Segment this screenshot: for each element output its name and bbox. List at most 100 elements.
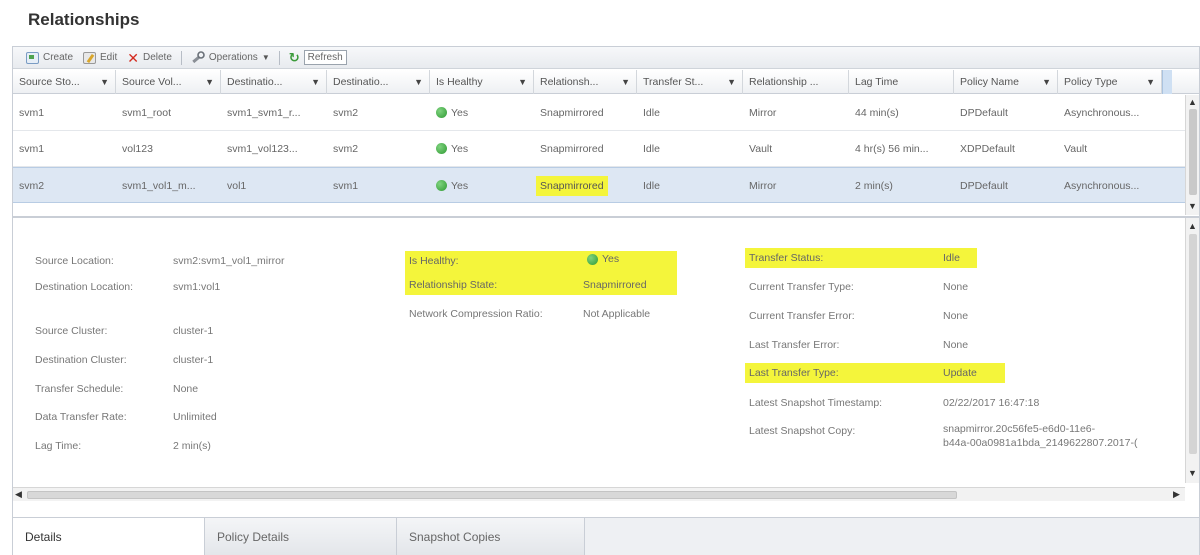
source-cluster-value: cluster-1	[173, 325, 214, 337]
edit-button[interactable]: Edit	[78, 49, 122, 67]
column-header-destination-storage-vm[interactable]: Destinatio... ▼	[327, 70, 430, 94]
details-vertical-scrollbar[interactable]: ▲ ▼	[1185, 218, 1199, 483]
latest-snapshot-copy-value-continued: b44a-00a0981a1bda_2149622807.2017-(	[943, 437, 1138, 449]
wrench-icon	[191, 50, 205, 65]
table-cell-healthy: Yes	[430, 131, 534, 167]
table-row[interactable]: svm1 svm1_root svm1_svm1_r... svm2 Yes S…	[13, 95, 1185, 131]
filter-icon[interactable]: ▼	[621, 70, 630, 94]
edit-label: Edit	[100, 52, 118, 63]
filter-icon[interactable]: ▼	[1146, 70, 1155, 94]
healthy-status-icon	[436, 107, 447, 118]
column-header-policy-name[interactable]: Policy Name ▼	[954, 70, 1058, 94]
grid-vertical-scrollbar[interactable]: ▲ ▼	[1185, 95, 1199, 215]
transfer-status-value: Idle	[943, 252, 960, 264]
scroll-right-icon[interactable]: ▶	[1173, 489, 1180, 500]
table-cell: svm1_vol1_m...	[122, 180, 196, 192]
delete-button[interactable]: ✕ Delete	[122, 49, 177, 67]
table-row[interactable]: svm1 vol123 svm1_vol123... svm2 Yes Snap…	[13, 131, 1185, 167]
scroll-up-icon[interactable]: ▲	[1188, 97, 1197, 107]
column-header-is-healthy[interactable]: Is Healthy ▼	[430, 70, 534, 94]
healthy-status-icon	[436, 180, 447, 191]
column-header-policy-type[interactable]: Policy Type ▼	[1058, 70, 1162, 94]
current-transfer-error-label: Current Transfer Error:	[749, 310, 855, 322]
table-cell: svm1	[19, 143, 45, 155]
network-compression-ratio-label: Network Compression Ratio:	[409, 308, 543, 320]
filter-icon[interactable]: ▼	[518, 70, 527, 94]
latest-snapshot-timestamp-label: Latest Snapshot Timestamp:	[749, 397, 883, 409]
column-chooser-button[interactable]	[1162, 70, 1172, 94]
filter-icon[interactable]: ▼	[414, 70, 423, 94]
column-header-source-volume[interactable]: Source Vol... ▼	[116, 70, 221, 94]
delete-icon: ✕	[127, 49, 139, 66]
table-cell: Vault	[1064, 143, 1088, 155]
table-cell: svm2	[19, 180, 45, 192]
scrollbar-thumb[interactable]	[1189, 109, 1197, 195]
refresh-icon: ↻	[288, 50, 300, 65]
transfer-schedule-label: Transfer Schedule:	[35, 383, 124, 395]
operations-label: Operations	[208, 52, 258, 63]
scroll-down-icon[interactable]: ▼	[1188, 468, 1197, 478]
column-header-transfer-status[interactable]: Transfer St... ▼	[637, 70, 743, 94]
table-cell: svm1_root	[122, 107, 172, 119]
column-header-lag-time[interactable]: Lag Time	[849, 70, 954, 94]
table-cell: svm1_svm1_r...	[227, 107, 301, 119]
destination-cluster-label: Destination Cluster:	[35, 354, 127, 366]
create-label: Create	[43, 52, 74, 63]
relationship-state-value: Snapmirrored	[583, 279, 647, 291]
destination-cluster-value: cluster-1	[173, 354, 214, 366]
column-header-destination-volume[interactable]: Destinatio... ▼	[221, 70, 327, 94]
page-title: Relationships	[28, 10, 140, 29]
scroll-up-icon[interactable]: ▲	[1188, 221, 1197, 231]
destination-location-label: Destination Location:	[35, 281, 134, 293]
relationship-state-label: Relationship State:	[409, 279, 498, 291]
table-cell: svm1	[333, 180, 359, 192]
is-healthy-label: Is Healthy:	[409, 255, 459, 267]
latest-snapshot-copy-value: snapmirror.20c56fe5-e6d0-11e6-	[943, 423, 1096, 435]
tab-snapshot-copies[interactable]: Snapshot Copies	[397, 518, 585, 555]
last-transfer-type-label: Last Transfer Type:	[749, 367, 839, 379]
scrollbar-thumb[interactable]	[27, 491, 957, 499]
current-transfer-type-label: Current Transfer Type:	[749, 281, 854, 293]
table-cell-healthy: Yes	[430, 168, 534, 204]
toolbar: Create Edit ✕ Delete Operations ▼ ↻ Refr…	[13, 47, 1199, 69]
scroll-down-icon[interactable]: ▼	[1188, 201, 1197, 211]
filter-icon[interactable]: ▼	[727, 70, 736, 94]
scroll-left-icon[interactable]: ◀	[15, 489, 22, 500]
table-cell: Mirror	[749, 107, 777, 119]
refresh-button[interactable]: ↻ Refresh	[284, 49, 352, 67]
edit-icon	[83, 51, 97, 64]
table-cell: svm1	[19, 107, 45, 119]
filter-icon[interactable]: ▼	[311, 70, 320, 94]
details-horizontal-scrollbar[interactable]: ◀ ▶	[13, 487, 1185, 501]
table-cell-highlighted: Snapmirrored	[534, 168, 637, 204]
table-cell: DPDefault	[960, 107, 1008, 119]
delete-label: Delete	[142, 52, 172, 63]
table-cell: Snapmirrored	[540, 107, 604, 119]
create-button[interactable]: Create	[21, 49, 78, 67]
column-header-relationship-type[interactable]: Relationship ...	[743, 70, 849, 94]
tab-details[interactable]: Details	[13, 518, 205, 555]
filter-icon[interactable]: ▼	[205, 70, 214, 94]
healthy-status-icon	[587, 254, 598, 265]
grid-header: Source Sto... ▼ Source Vol... ▼ Destinatio…	[13, 70, 1199, 94]
column-header-relationship-state[interactable]: Relationsh... ▼	[534, 70, 637, 94]
table-cell: Asynchronous...	[1064, 180, 1140, 192]
table-cell: svm1_vol123...	[227, 143, 298, 155]
lag-time-label: Lag Time:	[35, 440, 82, 452]
table-cell: 4 hr(s) 56 min...	[855, 143, 929, 155]
create-icon	[26, 51, 39, 64]
table-cell: Snapmirrored	[540, 143, 604, 155]
filter-icon[interactable]: ▼	[100, 70, 109, 94]
operations-menu-button[interactable]: Operations ▼	[186, 49, 275, 67]
column-header-source-storage-vm[interactable]: Source Sto... ▼	[13, 70, 116, 94]
table-row-selected[interactable]: svm2 svm1_vol1_m... vol1 svm1 Yes Snapmi…	[13, 167, 1185, 203]
table-cell: Mirror	[749, 180, 777, 192]
data-transfer-rate-label: Data Transfer Rate:	[35, 411, 127, 423]
relationships-panel: Create Edit ✕ Delete Operations ▼ ↻ Refr…	[12, 46, 1200, 555]
table-cell: Asynchronous...	[1064, 107, 1140, 119]
current-transfer-type-value: None	[943, 281, 969, 293]
filter-icon[interactable]: ▼	[1042, 70, 1051, 94]
scrollbar-thumb[interactable]	[1189, 234, 1197, 454]
table-cell: vol1	[227, 180, 247, 192]
tab-policy-details[interactable]: Policy Details	[205, 518, 397, 555]
